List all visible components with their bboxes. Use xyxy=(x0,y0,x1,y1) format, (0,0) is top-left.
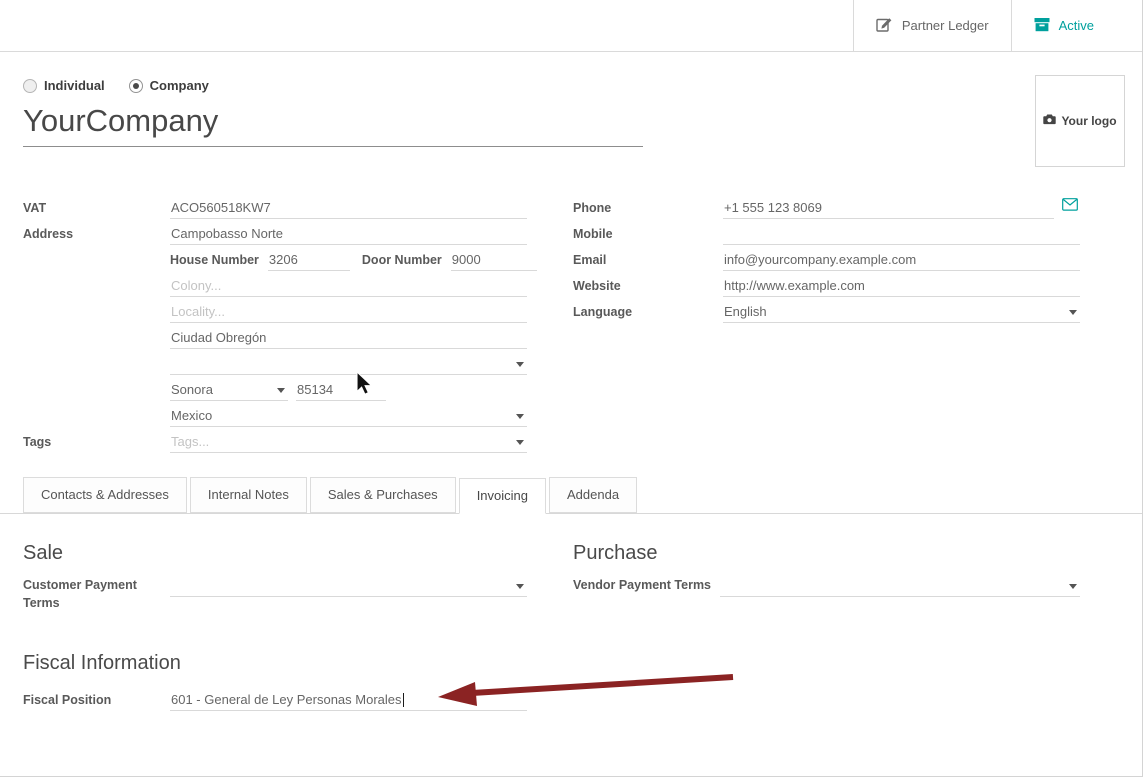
phone-row: Phone +1 555 123 8069 xyxy=(573,193,1080,219)
tags-label: Tags xyxy=(23,435,170,453)
customer-payment-terms-select[interactable] xyxy=(170,576,527,597)
country-row: Mexico xyxy=(23,401,527,427)
tab-addenda[interactable]: Addenda xyxy=(549,477,637,513)
mobile-label: Mobile xyxy=(573,227,723,245)
language-select[interactable]: English xyxy=(723,302,1080,323)
language-row: Language English xyxy=(573,297,1080,323)
tab-internal-notes[interactable]: Internal Notes xyxy=(190,477,307,513)
radio-individual-label: Individual xyxy=(44,78,105,93)
state-zip-row: Sonora 85134 xyxy=(23,375,527,401)
radio-company-label: Company xyxy=(150,78,209,93)
chevron-down-icon xyxy=(516,362,524,367)
notebook-tab-bar: Contacts & Addresses Internal Notes Sale… xyxy=(0,477,1142,514)
edit-ledger-icon xyxy=(876,16,893,35)
chevron-down-icon xyxy=(1069,584,1077,589)
street-row: Address Campobasso Norte xyxy=(23,219,527,245)
radio-company[interactable]: Company xyxy=(129,78,209,93)
vat-input[interactable]: ACO560518KW7 xyxy=(170,198,527,219)
tab-contacts-addresses[interactable]: Contacts & Addresses xyxy=(23,477,187,513)
camera-icon xyxy=(1043,114,1056,128)
fiscal-position-row: Fiscal Position 601 - General de Ley Per… xyxy=(23,685,1119,711)
active-label: Active xyxy=(1059,18,1094,33)
mobile-row: Mobile xyxy=(573,219,1080,245)
partner-form-page: Partner Ledger Active Individual xyxy=(0,0,1143,777)
locality-row: Locality... xyxy=(23,297,527,323)
sale-section: Sale Customer Payment Terms xyxy=(23,542,527,616)
language-label: Language xyxy=(573,305,723,323)
details-right-column: Phone +1 555 123 8069 Mobile xyxy=(573,193,1080,453)
purchase-section: Purchase Vendor Payment Terms xyxy=(573,542,1080,616)
company-type-radio-group: Individual Company xyxy=(23,78,1119,93)
vat-row: VAT ACO560518KW7 xyxy=(23,193,527,219)
city-row: Ciudad Obregón xyxy=(23,323,527,349)
fiscal-position-label: Fiscal Position xyxy=(23,693,170,711)
mobile-input[interactable] xyxy=(723,224,1080,245)
top-button-group: Partner Ledger Active xyxy=(853,0,1142,51)
door-number-input[interactable]: 9000 xyxy=(451,250,537,271)
radio-individual[interactable]: Individual xyxy=(23,78,105,93)
chevron-down-icon xyxy=(277,388,285,393)
top-button-bar: Partner Ledger Active xyxy=(0,0,1142,52)
website-label: Website xyxy=(573,279,723,297)
vat-label: VAT xyxy=(23,201,170,219)
fiscal-information-title: Fiscal Information xyxy=(23,652,1119,675)
state-select[interactable]: Sonora xyxy=(170,380,288,401)
email-input[interactable]: info@yourcompany.example.com xyxy=(723,250,1080,271)
tags-input[interactable]: Tags... xyxy=(170,432,527,453)
invoicing-tab-content: Sale Customer Payment Terms Purchase Ven… xyxy=(0,514,1142,711)
colony-row: Colony... xyxy=(23,271,527,297)
zip-input[interactable]: 85134 xyxy=(296,380,386,401)
email-row: Email info@yourcompany.example.com xyxy=(573,245,1080,271)
sale-purchase-grid: Sale Customer Payment Terms Purchase Ven… xyxy=(23,542,1119,616)
email-label: Email xyxy=(573,253,723,271)
tags-row: Tags Tags... xyxy=(23,427,527,453)
phone-label: Phone xyxy=(573,201,723,219)
street-input[interactable]: Campobasso Norte xyxy=(170,224,527,245)
address-label: Address xyxy=(23,227,170,245)
locality-input[interactable]: Locality... xyxy=(170,302,527,323)
vendor-payment-terms-row: Vendor Payment Terms xyxy=(573,574,1080,600)
form-sheet: Individual Company YourCompany Your logo xyxy=(0,52,1142,453)
chevron-down-icon xyxy=(516,440,524,445)
house-number-input[interactable]: 3206 xyxy=(268,250,350,271)
chevron-down-icon xyxy=(516,584,524,589)
tab-sales-purchases[interactable]: Sales & Purchases xyxy=(310,477,456,513)
sale-title: Sale xyxy=(23,542,527,565)
details-grid: VAT ACO560518KW7 Address Campobasso Nort… xyxy=(23,193,1119,453)
house-number-label: House Number xyxy=(170,253,259,271)
archive-box-icon xyxy=(1034,17,1050,35)
sms-envelope-icon[interactable] xyxy=(1062,198,1078,216)
details-left-column: VAT ACO560518KW7 Address Campobasso Nort… xyxy=(23,193,527,453)
purchase-title: Purchase xyxy=(573,542,1080,565)
partner-ledger-label: Partner Ledger xyxy=(902,18,989,33)
house-door-row: House Number 3206 Door Number 9000 xyxy=(23,245,527,271)
text-cursor xyxy=(403,693,404,707)
company-logo-box[interactable]: Your logo xyxy=(1035,75,1125,167)
vendor-payment-terms-select[interactable] xyxy=(720,576,1080,597)
chevron-down-icon xyxy=(516,414,524,419)
customer-payment-terms-row: Customer Payment Terms xyxy=(23,574,527,616)
logo-label: Your logo xyxy=(1061,114,1116,128)
door-number-label: Door Number xyxy=(362,253,442,271)
partner-ledger-button[interactable]: Partner Ledger xyxy=(853,0,1011,51)
company-name-input[interactable]: YourCompany xyxy=(23,103,643,147)
radio-company-circle-icon xyxy=(129,79,143,93)
municipality-select[interactable] xyxy=(170,354,527,375)
country-select[interactable]: Mexico xyxy=(170,406,527,427)
municipality-row xyxy=(23,349,527,375)
radio-individual-circle-icon xyxy=(23,79,37,93)
website-input[interactable]: http://www.example.com xyxy=(723,276,1080,297)
vendor-payment-terms-label: Vendor Payment Terms xyxy=(573,574,720,599)
chevron-down-icon xyxy=(1069,310,1077,315)
fiscal-position-input[interactable]: 601 - General de Ley Personas Morales xyxy=(170,690,527,711)
city-input[interactable]: Ciudad Obregón xyxy=(170,328,527,349)
website-row: Website http://www.example.com xyxy=(573,271,1080,297)
tab-invoicing[interactable]: Invoicing xyxy=(459,478,546,514)
active-button[interactable]: Active xyxy=(1011,0,1142,51)
colony-input[interactable]: Colony... xyxy=(170,276,527,297)
phone-input[interactable]: +1 555 123 8069 xyxy=(723,198,1054,219)
customer-payment-terms-label: Customer Payment Terms xyxy=(23,574,170,616)
